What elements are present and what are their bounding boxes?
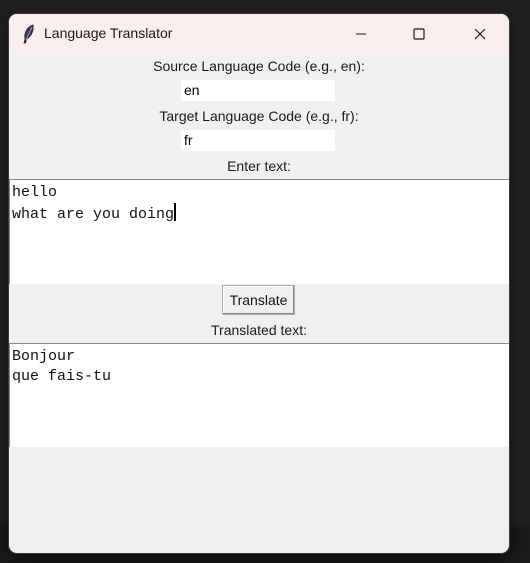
target-language-label: Target Language Code (e.g., fr): bbox=[159, 108, 359, 124]
output-line: Bonjour bbox=[12, 348, 76, 365]
title-bar[interactable]: Language Translator bbox=[9, 14, 509, 54]
output-text-area[interactable]: Bonjour que fais-tu bbox=[9, 343, 509, 447]
target-language-input[interactable]: fr bbox=[181, 130, 335, 151]
translate-button[interactable]: Translate bbox=[222, 285, 295, 315]
input-line: what are you doing bbox=[12, 206, 175, 223]
input-line: hello bbox=[12, 184, 58, 201]
maximize-button[interactable] bbox=[390, 14, 448, 54]
translated-text-label: Translated text: bbox=[211, 322, 307, 338]
close-button[interactable] bbox=[450, 14, 509, 54]
output-line: que fais-tu bbox=[12, 368, 112, 385]
minimize-button[interactable] bbox=[332, 14, 390, 54]
source-language-input[interactable]: en bbox=[181, 80, 335, 101]
minimize-icon bbox=[356, 33, 366, 35]
input-text-label: Enter text: bbox=[227, 158, 291, 174]
close-icon bbox=[474, 28, 485, 40]
app-window: Language Translator Source Language Code… bbox=[9, 14, 509, 553]
window-title: Language Translator bbox=[44, 25, 173, 41]
source-language-label: Source Language Code (e.g., en): bbox=[153, 58, 365, 74]
maximize-icon bbox=[413, 28, 425, 40]
input-text-area[interactable]: hello what are you doing bbox=[9, 179, 509, 284]
text-cursor bbox=[174, 203, 177, 221]
feather-icon bbox=[21, 24, 37, 44]
